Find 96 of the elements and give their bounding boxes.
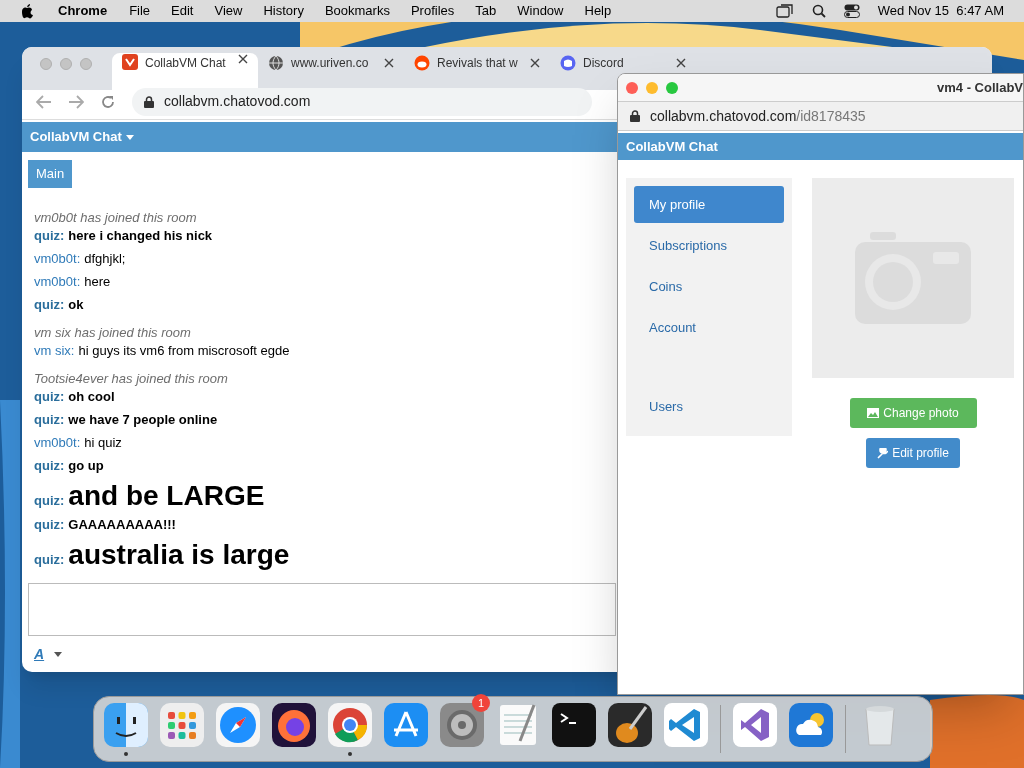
search-icon[interactable] <box>811 4 826 18</box>
username[interactable]: quiz: <box>34 412 65 426</box>
username[interactable]: vm0b0t: <box>34 251 81 265</box>
message-text: GAAAAAAAAA!!! <box>68 517 176 531</box>
app-grid-icon[interactable] <box>160 703 204 747</box>
caret-icon[interactable] <box>54 651 63 657</box>
window-icon[interactable] <box>775 4 794 18</box>
message-input[interactable] <box>28 583 616 636</box>
menu-item[interactable]: File <box>129 1 151 21</box>
terminal-icon[interactable] <box>552 703 596 747</box>
browser-tab[interactable]: Discord <box>550 53 696 73</box>
clock[interactable]: Wed Nov 15 6:47 AM <box>877 1 1004 21</box>
app-title[interactable]: CollabVM Chat <box>626 136 718 157</box>
font-button[interactable]: A <box>34 643 45 665</box>
lock-icon <box>144 95 154 108</box>
apple-icon[interactable] <box>20 3 34 19</box>
message-text: oh cool <box>68 389 115 403</box>
forward-icon[interactable] <box>68 94 84 109</box>
close-icon[interactable] <box>238 54 248 64</box>
collabvm-icon <box>122 54 138 70</box>
tab-title: www.uriven.co <box>291 55 370 72</box>
browser-tab[interactable]: CollabVM Chat <box>112 53 258 90</box>
caret-icon[interactable] <box>125 134 134 140</box>
compass-icon[interactable] <box>216 703 260 747</box>
room-tab[interactable]: Main <box>28 160 73 188</box>
username[interactable]: quiz: <box>34 458 65 472</box>
sidebar-item[interactable]: My profile <box>634 186 784 223</box>
tab-title: Revivals that w <box>437 55 519 72</box>
message-text: here <box>84 274 111 288</box>
close-icon[interactable] <box>384 58 394 68</box>
weather-icon[interactable] <box>789 703 833 747</box>
message-text: dfghjkl; <box>84 251 126 265</box>
username[interactable]: quiz: <box>34 228 65 242</box>
menu-item[interactable]: Help <box>584 1 612 21</box>
system-message: Tootsie4ever has joined this room <box>34 369 228 388</box>
menu-item[interactable]: Tab <box>475 1 497 21</box>
message-text: and be LARGE <box>68 481 265 510</box>
menu-item[interactable]: Edit <box>171 1 194 21</box>
back-icon[interactable] <box>36 94 52 109</box>
discord-icon <box>560 55 576 71</box>
system-message: vm0b0t has joined this room <box>34 208 197 227</box>
menu-item[interactable]: History <box>263 1 304 21</box>
window-control[interactable] <box>666 81 678 94</box>
message-text: here i changed his nick <box>68 228 213 242</box>
address-bar[interactable]: collabvm.chatovod.com <box>132 87 592 116</box>
url-text: collabvm.chatovod.com/id8178435 <box>650 106 866 126</box>
window-title: vm4 - CollabV <box>937 78 1023 97</box>
menu-item[interactable]: Bookmarks <box>324 1 390 21</box>
notification-badge: 1 <box>472 694 490 712</box>
chrome-icon[interactable] <box>328 703 372 747</box>
menu-item[interactable]: Window <box>517 1 564 21</box>
message-text: hi quiz <box>84 435 122 449</box>
edit-profile-button[interactable]: Edit profile <box>866 438 960 468</box>
sidebar-item[interactable]: Users <box>634 388 784 425</box>
browser-tab[interactable]: Revivals that w <box>404 53 550 73</box>
username[interactable]: quiz: <box>34 552 65 566</box>
username[interactable]: quiz: <box>34 297 65 311</box>
username[interactable]: vm six: <box>34 343 75 357</box>
message-text: go up <box>68 458 104 472</box>
ide-icon[interactable] <box>733 703 777 747</box>
wrench-icon <box>877 447 889 459</box>
menu-item[interactable]: Profiles <box>410 1 455 21</box>
globe-icon <box>268 55 284 71</box>
message-text: we have 7 people online <box>68 412 218 426</box>
code-editor-icon[interactable] <box>664 703 708 747</box>
sidebar-item[interactable]: Subscriptions <box>634 227 784 264</box>
username[interactable]: quiz: <box>34 389 65 403</box>
system-message: vm six has joined this room <box>34 323 191 342</box>
sidebar-item[interactable]: Coins <box>634 268 784 305</box>
lock-icon <box>630 110 640 122</box>
browser-tab[interactable]: www.uriven.co <box>258 53 404 73</box>
app-menu[interactable]: Chrome <box>58 1 108 21</box>
guitar-icon[interactable] <box>608 703 652 747</box>
tab-title: Discord <box>583 55 625 72</box>
close-icon[interactable] <box>676 58 686 68</box>
fox-browser-icon[interactable] <box>272 703 316 747</box>
username[interactable]: quiz: <box>34 517 65 531</box>
app-store-icon[interactable] <box>384 703 428 747</box>
url-text: collabvm.chatovod.com <box>164 92 311 111</box>
message-text: ok <box>68 297 84 311</box>
reddit-icon <box>414 55 430 71</box>
close-icon[interactable] <box>530 58 540 68</box>
username[interactable]: vm0b0t: <box>34 435 81 449</box>
menu-item[interactable]: View <box>214 1 243 21</box>
username[interactable]: vm0b0t: <box>34 274 81 288</box>
window-control[interactable] <box>626 81 638 94</box>
app-title[interactable]: CollabVM Chat <box>30 127 122 147</box>
reload-icon[interactable] <box>100 93 116 110</box>
username[interactable]: quiz: <box>34 493 65 507</box>
finder-icon[interactable] <box>104 703 148 747</box>
toggle-icon[interactable] <box>843 4 860 18</box>
message-text: hi guys its vm6 from miscrosoft egde <box>78 343 290 357</box>
message-text: australia is large <box>68 540 290 569</box>
sidebar-item[interactable]: Account <box>634 309 784 346</box>
tab-title: CollabVM Chat <box>145 55 227 72</box>
image-icon <box>867 408 880 418</box>
